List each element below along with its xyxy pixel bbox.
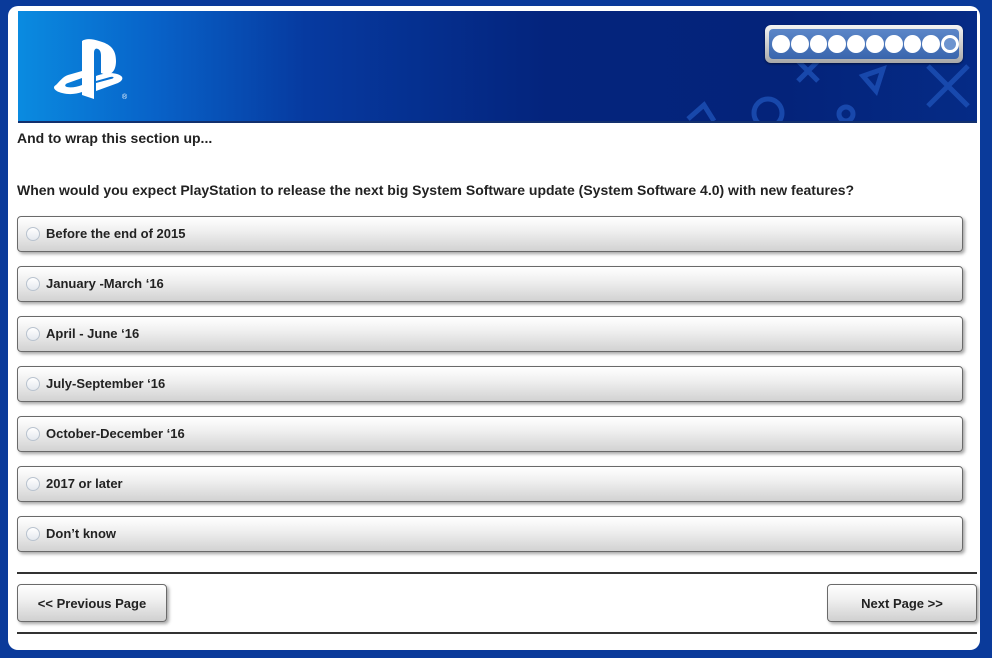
playstation-logo: ®: [54, 39, 128, 101]
radio-button[interactable]: [26, 377, 40, 391]
radio-button[interactable]: [26, 477, 40, 491]
progress-dot-filled: [772, 35, 790, 53]
progress-dot-filled: [828, 35, 847, 53]
answer-option-label: October-December ‘16: [46, 426, 185, 441]
answer-option-label: July-September ‘16: [46, 376, 166, 391]
answer-option-label: 2017 or later: [46, 476, 123, 491]
answer-option[interactable]: Before the end of 2015: [17, 216, 963, 252]
answer-option[interactable]: 2017 or later: [17, 466, 963, 502]
answer-option[interactable]: April - June ‘16: [17, 316, 963, 352]
answer-option-label: January -March ‘16: [46, 276, 164, 291]
survey-frame: ® And to wrap this section up... When wo…: [8, 6, 980, 650]
next-page-button[interactable]: Next Page >>: [827, 584, 977, 622]
progress-dot-filled: [847, 35, 865, 53]
nav-divider-top: [17, 572, 977, 574]
progress-indicator: [765, 25, 963, 63]
radio-button[interactable]: [26, 327, 40, 341]
radio-button[interactable]: [26, 227, 40, 241]
answer-option-label: Before the end of 2015: [46, 226, 186, 241]
answer-option[interactable]: January -March ‘16: [17, 266, 963, 302]
progress-dot-filled: [865, 35, 884, 53]
header-divider: [18, 121, 977, 123]
radio-button[interactable]: [26, 527, 40, 541]
radio-button[interactable]: [26, 427, 40, 441]
svg-text:®: ®: [122, 93, 128, 101]
answer-option[interactable]: Don’t know: [17, 516, 963, 552]
section-intro-text: And to wrap this section up...: [17, 130, 213, 146]
radio-button[interactable]: [26, 277, 40, 291]
progress-dot-filled: [809, 35, 828, 53]
progress-dots: [769, 29, 960, 59]
progress-dot-filled: [884, 35, 903, 53]
answer-option[interactable]: October-December ‘16: [17, 416, 963, 452]
answer-option[interactable]: July-September ‘16: [17, 366, 963, 402]
answer-option-label: April - June ‘16: [46, 326, 140, 341]
previous-page-button[interactable]: << Previous Page: [17, 584, 167, 622]
progress-dot-filled: [922, 35, 941, 53]
question-text: When would you expect PlayStation to rel…: [17, 182, 855, 198]
answer-option-label: Don’t know: [46, 526, 117, 541]
nav-divider-bottom: [17, 632, 977, 634]
progress-dot-filled: [903, 35, 922, 53]
progress-dot-filled: [790, 35, 809, 53]
progress-dot-current: [941, 35, 960, 53]
header-banner: ®: [18, 11, 977, 121]
